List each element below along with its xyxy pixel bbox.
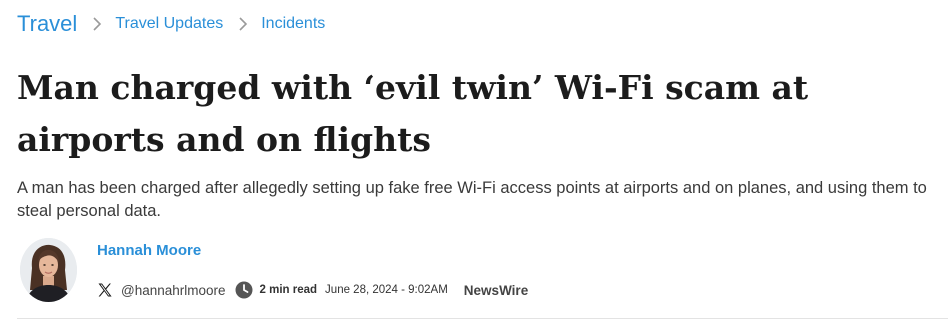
breadcrumb-travel-updates-link[interactable]: Travel Updates — [115, 15, 223, 33]
breadcrumb-incidents-link[interactable]: Incidents — [261, 15, 325, 33]
author-name-link[interactable]: Hannah Moore — [97, 242, 201, 259]
chevron-right-icon — [85, 14, 109, 34]
clock-icon — [235, 281, 253, 299]
publish-date: June 28, 2024 - 9:02AM — [325, 284, 448, 296]
author-handle[interactable]: @hannahrlmoore — [121, 283, 226, 298]
article-standfirst: A man has been charged after allegedly s… — [17, 179, 927, 220]
news-source: NewsWire — [463, 282, 529, 298]
breadcrumb: Travel Travel Updates Incidents — [17, 8, 325, 40]
x-logo-icon[interactable] — [97, 282, 113, 298]
author-avatar[interactable] — [20, 238, 77, 302]
article-headline: Man charged with ‘evil twin’ Wi-Fi scam … — [17, 68, 809, 159]
divider — [17, 318, 948, 319]
read-time: 2 min read — [259, 284, 318, 296]
breadcrumb-travel-link[interactable]: Travel — [17, 11, 77, 37]
article-meta: @hannahrlmoore 2 min read June 28, 2024 … — [97, 279, 528, 301]
chevron-right-icon — [231, 14, 255, 34]
